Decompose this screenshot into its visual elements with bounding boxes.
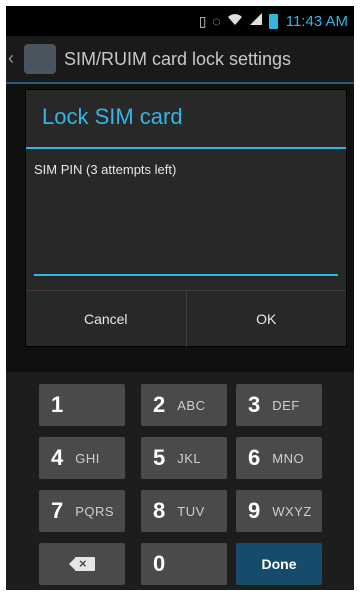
key-digit: 5 [153,445,166,470]
key-3[interactable]: 3 DEF [236,384,322,426]
key-9[interactable]: 9 WXYZ [236,490,322,532]
key-letters: DEF [272,397,300,413]
status-bar: ▯ ◌ 11:43 AM [6,6,354,36]
key-digit: 3 [248,392,261,417]
key-6[interactable]: 6 MNO [236,437,322,479]
sim-pin-field-underline [34,274,338,276]
key-digit: 8 [153,498,166,523]
key-2[interactable]: 2 ABC [141,384,227,426]
sim-pin-label: SIM PIN (3 attempts left) [34,162,177,177]
done-key[interactable]: Done [236,543,322,585]
sync-icon: ◌ [212,13,221,29]
done-label: Done [261,556,297,572]
back-caret-icon[interactable]: ‹ [8,48,14,69]
battery-icon [268,13,278,29]
key-letters: MNO [272,450,305,466]
dialog-title: Lock SIM card [42,104,183,129]
key-digit: 6 [248,445,261,470]
numeric-keypad: 1 2 ABC 3 DEF 4 GHI 5 JKL 6 MNO 7 PQRS 8 [6,372,354,590]
key-digit: 0 [153,551,166,576]
vibrate-icon: ▯ [198,13,207,29]
key-5[interactable]: 5 JKL [141,437,227,479]
status-icons: ▯ ◌ 11:43 AM [199,12,348,30]
key-letters: TUV [177,503,205,519]
backspace-icon: × [69,556,95,571]
dialog-button-row: Cancel OK [26,290,346,347]
key-digit: 1 [51,392,64,417]
key-1[interactable]: 1 [39,384,125,426]
key-7[interactable]: 7 PQRS [39,490,125,532]
action-bar: ‹ SIM/RUIM card lock settings [6,36,354,84]
backspace-key[interactable]: × [39,543,125,585]
phone-screen: ▯ ◌ 11:43 AM ‹ SIM/RUIM card lock settin… [6,6,354,590]
dialog-title-divider [26,147,346,149]
key-0[interactable]: 0 [141,543,227,585]
wifi-icon [227,12,243,30]
key-digit: 7 [51,498,64,523]
lock-sim-dialog: Lock SIM card SIM PIN (3 attempts left) … [26,90,346,347]
status-clock: 11:43 AM [285,12,348,30]
settings-app-icon[interactable] [24,44,56,74]
action-bar-title: SIM/RUIM card lock settings [64,49,292,69]
key-digit: 9 [248,498,261,523]
key-letters: PQRS [75,503,115,519]
key-letters: WXYZ [272,503,312,519]
cancel-button[interactable]: Cancel [26,291,186,347]
signal-icon [249,12,263,30]
sim-pin-field[interactable] [34,190,338,276]
key-digit: 2 [153,392,166,417]
key-4[interactable]: 4 GHI [39,437,125,479]
key-letters: GHI [75,450,100,466]
key-letters: ABC [177,397,206,413]
ok-button[interactable]: OK [185,291,347,347]
key-8[interactable]: 8 TUV [141,490,227,532]
key-letters: JKL [177,450,202,466]
key-digit: 4 [51,445,64,470]
